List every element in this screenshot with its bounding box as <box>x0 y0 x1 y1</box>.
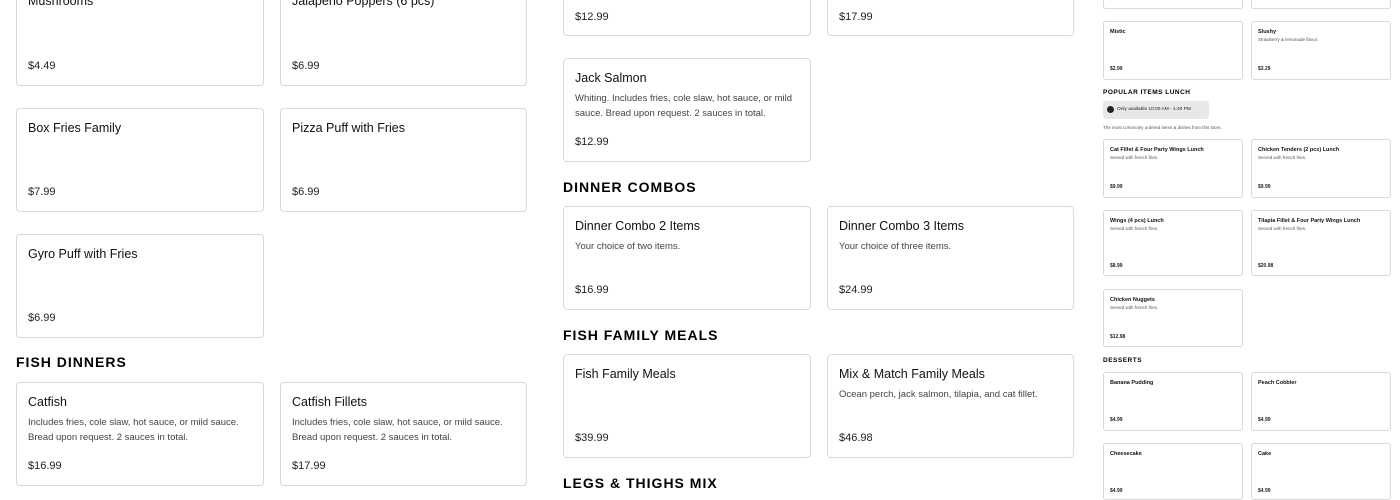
mini-item-cheesecake[interactable]: Cheesecake $4.99 <box>1103 443 1243 500</box>
mini-item-top-1[interactable] <box>1103 0 1243 9</box>
item-title: Fish Family Meals <box>575 367 676 381</box>
item-price: $9.99 <box>1258 184 1271 190</box>
menu-item-pizza-puff[interactable]: Pizza Puff with Fries $6.99 <box>280 108 527 212</box>
menu-item-catfish-fillets[interactable]: Catfish Fillets Includes fries, cole sla… <box>280 382 527 486</box>
item-title: Wings (4 pcs) Lunch <box>1110 218 1164 224</box>
mini-item-top-2[interactable] <box>1251 0 1391 9</box>
item-title: Peach Cobbler <box>1258 380 1297 386</box>
item-price: $8.99 <box>1110 263 1123 269</box>
item-price: $24.99 <box>839 284 873 296</box>
item-price: $4.49 <box>28 60 56 72</box>
mini-item-chicken-tenders-lunch[interactable]: Chicken Tenders (2 pcs) Lunch Served wit… <box>1251 139 1391 198</box>
item-description: Served with french fries. <box>1258 226 1307 231</box>
availability-badge: Only available 10:00 AM - 1:40 PM <box>1103 101 1209 119</box>
menu-item-top-2[interactable]: $17.99 <box>827 0 1074 36</box>
item-title: Box Fries Family <box>28 121 122 135</box>
item-price: $9.99 <box>1110 184 1123 190</box>
popular-note: The most commonly ordered items & dishes… <box>1103 125 1222 130</box>
item-price: $17.99 <box>839 11 873 23</box>
item-title: Jack Salmon <box>575 71 647 85</box>
item-title: Mix & Match Family Meals <box>839 367 985 381</box>
menu-item-mushrooms[interactable]: Mushrooms $4.49 <box>16 0 264 86</box>
item-title: Dinner Combo 3 Items <box>839 219 965 233</box>
item-price: $4.99 <box>1258 488 1271 494</box>
item-title: Catfish Fillets <box>292 395 368 409</box>
availability-text: Only available 10:00 AM - 1:40 PM <box>1117 107 1191 112</box>
menu-item-catfish[interactable]: Catfish Includes fries, cole slaw, hot s… <box>16 382 264 486</box>
mini-item-mistic[interactable]: Mistic $2.99 <box>1103 21 1243 80</box>
mini-item-tilapia-lunch[interactable]: Tilapia Fillet & Four Party Wings Lunch … <box>1251 210 1391 276</box>
mini-item-slushy[interactable]: Slushy Strawberry & lemonade flavor. $3.… <box>1251 21 1391 80</box>
menu-item-dinner-combo-2[interactable]: Dinner Combo 2 Items Your choice of two … <box>563 206 811 310</box>
item-title: Slushy <box>1258 29 1277 35</box>
mini-item-peach-cobbler[interactable]: Peach Cobbler $4.99 <box>1251 372 1391 431</box>
menu-item-jalapeno-poppers[interactable]: Jalapeno Poppers (6 pcs) $6.99 <box>280 0 527 86</box>
item-price: $2.99 <box>1110 66 1123 72</box>
mini-item-cat-fillet-lunch[interactable]: Cat Fillet & Four Party Wings Lunch Serv… <box>1103 139 1243 198</box>
item-description: Your choice of two items. <box>575 241 681 252</box>
item-price: $12.99 <box>575 136 609 148</box>
section-heading-popular-lunch: POPULAR ITEMS LUNCH <box>1103 89 1191 96</box>
item-description: Served with french fries. <box>1110 305 1159 310</box>
item-title: Pizza Puff with Fries <box>292 121 406 135</box>
item-description: Includes fries, cole slaw, hot sauce, or… <box>28 417 239 443</box>
item-title: Jalapeno Poppers (6 pcs) <box>292 0 435 8</box>
menu-item-dinner-combo-3[interactable]: Dinner Combo 3 Items Your choice of thre… <box>827 206 1074 310</box>
item-title: Catfish <box>28 395 67 409</box>
item-description: Your choice of three items. <box>839 241 952 252</box>
item-price: $17.99 <box>292 460 326 472</box>
item-price: $16.99 <box>28 460 62 472</box>
item-title: Mushrooms <box>28 0 94 8</box>
item-price: $6.99 <box>292 186 320 198</box>
menu-item-gyro-puff[interactable]: Gyro Puff with Fries $6.99 <box>16 234 264 338</box>
item-price: $4.99 <box>1110 417 1123 423</box>
item-price: $16.99 <box>575 284 609 296</box>
item-title: Mistic <box>1110 29 1126 35</box>
item-description: Ocean perch, jack salmon, tilapia, and c… <box>839 389 1038 400</box>
item-price: $12.98 <box>1110 334 1126 340</box>
clock-icon <box>1107 106 1114 113</box>
item-description: Served with french fries. <box>1110 226 1159 231</box>
item-price: $7.99 <box>28 186 56 198</box>
item-description: Whiting. Includes fries, cole slaw, hot … <box>575 93 793 119</box>
item-title: Gyro Puff with Fries <box>28 247 138 261</box>
item-price: $20.98 <box>1258 263 1274 269</box>
item-price: $39.99 <box>575 432 609 444</box>
item-description: Served with french fries. <box>1258 155 1307 160</box>
item-price: $6.99 <box>28 312 56 324</box>
item-price: $4.99 <box>1258 417 1271 423</box>
item-title: Cheesecake <box>1110 451 1142 457</box>
item-title: Tilapia Fillet & Four Party Wings Lunch <box>1258 218 1361 224</box>
item-title: Chicken Tenders (2 pcs) Lunch <box>1258 147 1340 153</box>
section-heading-dinner-combos: DINNER COMBOS <box>563 179 697 195</box>
menu-item-top-1[interactable]: $12.99 <box>563 0 811 36</box>
item-title: Cake <box>1258 451 1272 457</box>
item-description: Served with french fries. <box>1110 155 1159 160</box>
menu-item-box-fries-family[interactable]: Box Fries Family $7.99 <box>16 108 264 212</box>
item-price: $6.99 <box>292 60 320 72</box>
item-price: $46.98 <box>839 432 873 444</box>
menu-item-fish-family-meals[interactable]: Fish Family Meals $39.99 <box>563 354 811 458</box>
item-description: Includes fries, cole slaw, hot sauce, or… <box>292 417 503 443</box>
item-price: $4.99 <box>1110 488 1123 494</box>
mini-item-wings-lunch[interactable]: Wings (4 pcs) Lunch Served with french f… <box>1103 210 1243 276</box>
mini-item-banana-pudding[interactable]: Banana Pudding $4.99 <box>1103 372 1243 431</box>
menu-item-jack-salmon[interactable]: Jack Salmon Whiting. Includes fries, col… <box>563 58 811 162</box>
mini-item-cake[interactable]: Cake $4.99 <box>1251 443 1391 500</box>
section-heading-legs-thighs: LEGS & THIGHS MIX <box>563 475 718 491</box>
section-heading-fish-dinners: FISH DINNERS <box>16 354 127 370</box>
item-title: Cat Fillet & Four Party Wings Lunch <box>1110 147 1204 153</box>
item-title: Banana Pudding <box>1110 380 1154 386</box>
menu-item-mix-match[interactable]: Mix & Match Family Meals Ocean perch, ja… <box>827 354 1074 458</box>
section-heading-desserts: DESSERTS <box>1103 357 1143 364</box>
item-description: Strawberry & lemonade flavor. <box>1258 37 1319 42</box>
section-heading-fish-family-meals: FISH FAMILY MEALS <box>563 327 719 343</box>
mini-item-chicken-nuggets[interactable]: Chicken Nuggets Served with french fries… <box>1103 289 1243 347</box>
item-price: $12.99 <box>575 11 609 23</box>
item-title: Dinner Combo 2 Items <box>575 219 701 233</box>
item-price: $3.29 <box>1258 66 1271 72</box>
item-title: Chicken Nuggets <box>1110 297 1155 303</box>
